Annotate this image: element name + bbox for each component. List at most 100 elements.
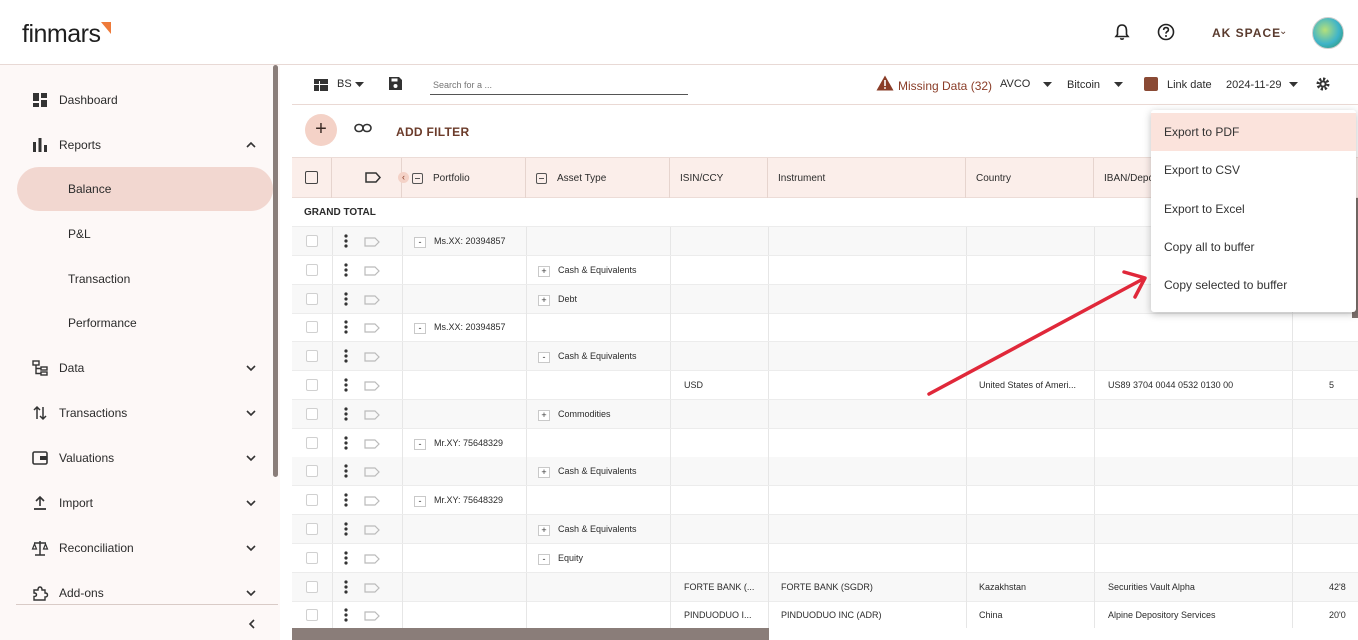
column-header-asset-type[interactable]: Asset Type [526, 158, 670, 199]
expand-group-icon[interactable]: + [538, 467, 550, 479]
sidebar-item-dashboard[interactable]: Dashboard [0, 78, 272, 122]
add-button[interactable]: + [305, 114, 337, 146]
row-checkbox[interactable] [306, 523, 318, 535]
more-vertical-icon[interactable] [344, 551, 348, 565]
row-label-tag-icon[interactable] [364, 410, 380, 420]
collapse-group-icon[interactable]: - [414, 323, 426, 335]
row-label-tag-icon[interactable] [364, 381, 380, 391]
more-vertical-icon[interactable] [344, 493, 348, 507]
table-row[interactable]: + Cash & Equivalents [292, 515, 1358, 544]
column-header-country[interactable]: Country [966, 158, 1094, 199]
save-icon[interactable] [388, 76, 403, 91]
more-vertical-icon[interactable] [344, 435, 348, 450]
row-checkbox[interactable] [306, 465, 318, 478]
horizontal-scrollbar[interactable] [292, 628, 769, 640]
caret-down-icon[interactable] [1043, 82, 1052, 88]
column-header-instrument[interactable]: Instrument [768, 158, 966, 199]
row-label-tag-icon[interactable] [364, 438, 380, 449]
chevron-down-icon[interactable] [245, 452, 257, 464]
table-row[interactable]: + Commodities [292, 399, 1358, 429]
sidebar-item-valuations[interactable]: Valuations [0, 436, 272, 480]
row-checkbox[interactable] [306, 350, 318, 363]
row-label-tag-icon[interactable] [364, 496, 380, 506]
collapse-group-icon[interactable]: - [414, 438, 426, 450]
row-label-tag-icon[interactable] [364, 554, 380, 564]
cost-method-selector[interactable]: AVCO [1000, 78, 1030, 90]
table-row[interactable]: USD United States of Ameri... US89 3704 00… [292, 371, 1358, 400]
menu-item-copy-selected[interactable]: Copy selected to buffer [1151, 266, 1356, 304]
select-all-checkbox[interactable] [305, 171, 318, 184]
column-header-isin[interactable]: ISIN/CCY [670, 158, 768, 199]
sidebar-item-balance[interactable]: Balance [17, 167, 273, 211]
sidebar-item-pnl[interactable]: P&L [0, 212, 272, 256]
chevron-up-icon[interactable] [245, 139, 257, 151]
row-checkbox[interactable] [306, 407, 318, 420]
menu-item-export-csv[interactable]: Export to CSV [1151, 151, 1356, 189]
caret-down-icon[interactable] [1114, 82, 1123, 88]
sidebar-scrollbar[interactable] [273, 65, 278, 477]
row-label-tag-icon[interactable] [364, 323, 380, 333]
more-vertical-icon[interactable] [344, 320, 348, 334]
chevron-down-icon[interactable] [245, 497, 257, 509]
caret-down-icon[interactable] [355, 82, 364, 88]
sidebar-item-transactions[interactable]: Transactions [0, 391, 272, 435]
sidebar-item-performance[interactable]: Performance [0, 301, 272, 345]
caret-down-icon[interactable] [1289, 82, 1298, 88]
sidebar-item-addons[interactable]: Add-ons [0, 571, 272, 615]
more-vertical-icon[interactable] [344, 291, 348, 306]
more-vertical-icon[interactable] [344, 263, 348, 277]
expand-group-icon[interactable]: + [538, 409, 550, 421]
add-filter-button[interactable]: ADD FILTER [396, 125, 469, 139]
menu-item-export-pdf[interactable]: Export to PDF [1151, 113, 1356, 151]
menu-item-export-excel[interactable]: Export to Excel [1151, 190, 1356, 228]
label-tag-icon[interactable] [365, 172, 381, 183]
row-label-tag-icon[interactable] [364, 525, 380, 535]
chevron-down-icon[interactable] [245, 362, 257, 374]
help-icon[interactable] [1156, 22, 1176, 42]
gear-icon[interactable] [1315, 76, 1331, 92]
row-checkbox[interactable] [306, 321, 318, 334]
more-vertical-icon[interactable] [344, 378, 348, 392]
bell-icon[interactable] [1112, 22, 1132, 42]
row-checkbox[interactable] [306, 263, 318, 276]
currency-selector[interactable]: Bitcoin [1067, 79, 1100, 91]
sidebar-item-transaction[interactable]: Transaction [0, 257, 272, 301]
date-selector[interactable]: 2024-11-29 [1226, 79, 1281, 91]
row-checkbox[interactable] [306, 379, 318, 391]
row-checkbox[interactable] [306, 609, 318, 622]
row-label-tag-icon[interactable] [364, 611, 380, 621]
sidebar-item-import[interactable]: Import [0, 481, 272, 525]
missing-data-link[interactable]: Missing Data (32) [898, 79, 992, 93]
space-selector[interactable]: AK SPACE [1212, 26, 1281, 40]
more-vertical-icon[interactable] [344, 579, 348, 594]
collapse-group-icon[interactable] [412, 173, 423, 184]
link-icon[interactable] [354, 123, 372, 133]
row-checkbox[interactable] [306, 436, 318, 449]
row-label-tag-icon[interactable] [364, 352, 380, 362]
collapse-group-icon[interactable]: - [414, 237, 426, 248]
expand-group-icon[interactable]: + [538, 525, 550, 536]
table-row[interactable]: FORTE BANK (... FORTE BANK (SGDR) Kazakhst… [292, 572, 1358, 602]
row-checkbox[interactable] [306, 235, 318, 247]
row-checkbox[interactable] [306, 292, 318, 305]
collapse-group-icon[interactable]: - [538, 352, 550, 364]
table-row[interactable]: - Equity [292, 543, 1358, 573]
row-checkbox[interactable] [306, 551, 318, 564]
table-row[interactable]: + Cash & Equivalents [292, 457, 1358, 487]
collapse-group-icon[interactable]: - [414, 496, 426, 508]
chevron-down-icon[interactable]: ⌄ [1279, 26, 1287, 37]
table-row[interactable]: - Mr.XY: 75648329 [292, 428, 1358, 458]
row-label-tag-icon[interactable] [364, 266, 380, 276]
table-row[interactable]: - Mr.XY: 75648329 [292, 486, 1358, 516]
table-row[interactable]: - Ms.XX: 20394857 [292, 313, 1358, 343]
collapse-group-icon[interactable] [536, 173, 547, 184]
chevron-down-icon[interactable] [245, 407, 257, 419]
expand-group-icon[interactable]: + [538, 294, 550, 306]
row-label-tag-icon[interactable] [364, 467, 380, 477]
row-label-tag-icon[interactable] [364, 294, 380, 305]
table-row[interactable]: - Cash & Equivalents [292, 342, 1358, 372]
row-label-tag-icon[interactable] [364, 582, 380, 593]
row-checkbox[interactable] [306, 494, 318, 507]
expand-group-icon[interactable]: + [538, 265, 550, 277]
sidebar-item-reports[interactable]: Reports [0, 123, 272, 167]
